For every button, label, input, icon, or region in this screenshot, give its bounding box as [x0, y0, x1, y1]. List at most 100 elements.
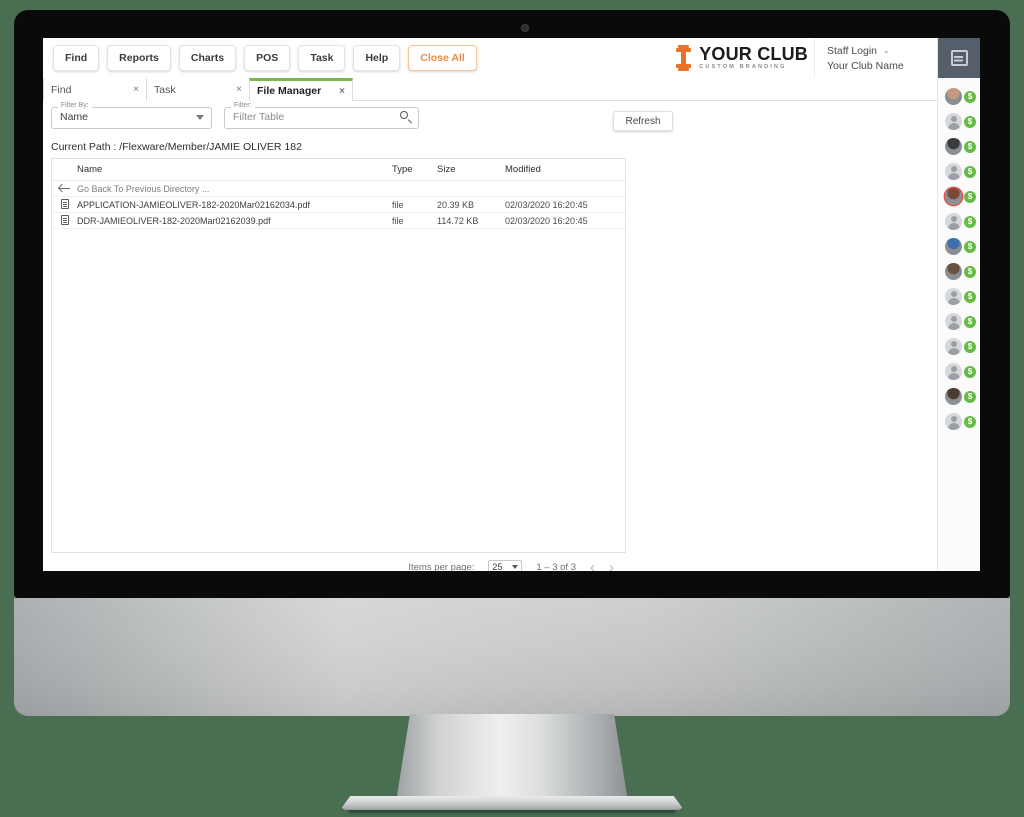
- file-table: Name Type Size Modified Go Back To Previ…: [51, 158, 626, 553]
- payment-status-badge[interactable]: $: [964, 215, 976, 228]
- menu-button-find[interactable]: Find: [53, 45, 100, 71]
- tab-label: Find: [51, 83, 72, 96]
- close-icon[interactable]: ×: [133, 84, 139, 95]
- table-row[interactable]: APPLICATION-JAMIEOLIVER-182-2020Mar02162…: [52, 197, 625, 213]
- filter-input[interactable]: Filter: Filter Table: [224, 102, 419, 129]
- menu-button-pos[interactable]: POS: [244, 45, 291, 71]
- filter-by-select[interactable]: Filter By: Name: [51, 102, 212, 129]
- close-icon[interactable]: ×: [236, 84, 242, 95]
- avatar[interactable]: [945, 263, 962, 280]
- payment-status-badge[interactable]: $: [964, 165, 976, 178]
- payment-status-badge[interactable]: $: [964, 265, 976, 278]
- member-list-item[interactable]: $: [938, 384, 980, 409]
- top-menu-bar: Find Reports Charts POS Task Help Close …: [43, 38, 980, 78]
- payment-status-badge[interactable]: $: [964, 340, 976, 353]
- file-type: file: [392, 215, 404, 226]
- payment-status-badge[interactable]: $: [964, 140, 976, 153]
- avatar[interactable]: [945, 388, 962, 405]
- payment-status-badge[interactable]: $: [964, 90, 976, 103]
- chevron-down-icon: [512, 565, 519, 569]
- member-list-item[interactable]: $: [938, 309, 980, 334]
- member-list-item[interactable]: $: [938, 284, 980, 309]
- file-manager-panel: Filter By: Name Filter: Filter Table Ref…: [43, 101, 980, 571]
- column-header-size[interactable]: Size: [437, 164, 505, 175]
- payment-status-badge[interactable]: $: [964, 415, 976, 428]
- tab-file-manager[interactable]: File Manager ×: [249, 78, 353, 101]
- avatar[interactable]: [945, 413, 962, 430]
- file-name: APPLICATION-JAMIEOLIVER-182-2020Mar02162…: [77, 199, 310, 210]
- avatar[interactable]: [945, 163, 962, 180]
- file-modified: 02/03/2020 16:20:45: [505, 215, 588, 226]
- menu-button-task[interactable]: Task: [298, 45, 346, 71]
- member-list-item[interactable]: $: [938, 409, 980, 434]
- member-list-item[interactable]: $: [938, 159, 980, 184]
- avatar[interactable]: [945, 113, 962, 130]
- payment-status-badge[interactable]: $: [964, 240, 976, 253]
- avatar[interactable]: [945, 88, 962, 105]
- current-path: Current Path : /Flexware/Member/JAMIE OL…: [51, 141, 302, 153]
- member-list-item[interactable]: $: [938, 359, 980, 384]
- file-icon: [60, 214, 69, 225]
- chevron-down-icon: [196, 115, 204, 120]
- avatar[interactable]: [945, 138, 962, 155]
- avatar[interactable]: [945, 188, 962, 205]
- rail-calendar-button[interactable]: [938, 38, 980, 78]
- table-row-go-back[interactable]: Go Back To Previous Directory ...: [52, 181, 625, 197]
- club-name: Your Club Name: [827, 59, 904, 72]
- file-name: DDR-JAMIEOLIVER-182-2020Mar02162039.pdf: [77, 215, 271, 226]
- account-area[interactable]: Staff Login ⌄ Your Club Name: [814, 38, 934, 78]
- filter-row: Filter By: Name Filter: Filter Table Ref…: [51, 102, 970, 133]
- member-list-item[interactable]: $: [938, 84, 980, 109]
- payment-status-badge[interactable]: $: [964, 190, 976, 203]
- back-arrow-icon: [59, 184, 70, 193]
- avatar[interactable]: [945, 288, 962, 305]
- table-row[interactable]: DDR-JAMIEOLIVER-182-2020Mar02162039.pdf …: [52, 213, 625, 229]
- avatar[interactable]: [945, 313, 962, 330]
- table-header-row: Name Type Size Modified: [52, 159, 625, 181]
- refresh-button[interactable]: Refresh: [613, 111, 673, 131]
- brand-title: YOUR CLUB: [699, 44, 808, 65]
- staff-login-label: Staff Login: [827, 44, 878, 57]
- go-back-label: Go Back To Previous Directory ...: [77, 183, 210, 194]
- avatar[interactable]: [945, 213, 962, 230]
- avatar[interactable]: [945, 238, 962, 255]
- member-list-item[interactable]: $: [938, 134, 980, 159]
- column-header-modified[interactable]: Modified: [505, 164, 625, 175]
- avatar[interactable]: [945, 338, 962, 355]
- member-list-item[interactable]: $: [938, 234, 980, 259]
- items-per-page-label: Items per page:: [408, 561, 475, 572]
- payment-status-badge[interactable]: $: [964, 115, 976, 128]
- column-header-type[interactable]: Type: [392, 164, 437, 175]
- previous-page-button[interactable]: ‹: [590, 560, 595, 572]
- member-list-item[interactable]: $: [938, 334, 980, 359]
- range-label: 1 – 3 of 3: [536, 561, 576, 572]
- member-list-item[interactable]: $: [938, 209, 980, 234]
- tab-label: File Manager: [257, 85, 322, 97]
- search-icon[interactable]: [399, 110, 413, 124]
- tab-task[interactable]: Task ×: [146, 78, 250, 101]
- filter-by-value: Name: [60, 111, 89, 123]
- member-list-item[interactable]: $: [938, 259, 980, 284]
- next-page-button[interactable]: ›: [609, 560, 614, 572]
- member-rail: $ $ $ $ $ $ $ $ $ $ $ $ $ $: [937, 38, 980, 571]
- payment-status-badge[interactable]: $: [964, 315, 976, 328]
- close-icon[interactable]: ×: [339, 86, 345, 97]
- member-list-item[interactable]: $: [938, 184, 980, 209]
- brand-logo: YOUR CLUB CUSTOM BRANDING: [675, 38, 808, 78]
- column-header-name[interactable]: Name: [77, 164, 392, 175]
- tab-find[interactable]: Find ×: [43, 78, 147, 101]
- payment-status-badge[interactable]: $: [964, 290, 976, 303]
- avatar[interactable]: [945, 363, 962, 380]
- payment-status-badge[interactable]: $: [964, 390, 976, 403]
- menu-button-close-all[interactable]: Close All: [408, 45, 477, 71]
- menu-button-charts[interactable]: Charts: [178, 45, 237, 71]
- payment-status-badge[interactable]: $: [964, 365, 976, 378]
- items-per-page-select[interactable]: 25: [488, 559, 523, 571]
- filter-placeholder: Filter Table: [233, 111, 285, 123]
- webcam-icon: [521, 24, 529, 32]
- menu-button-reports[interactable]: Reports: [107, 45, 171, 71]
- monitor-stand-base: [340, 796, 684, 810]
- member-list-item[interactable]: $: [938, 109, 980, 134]
- staff-login[interactable]: Staff Login ⌄: [827, 45, 890, 57]
- menu-button-help[interactable]: Help: [353, 45, 401, 71]
